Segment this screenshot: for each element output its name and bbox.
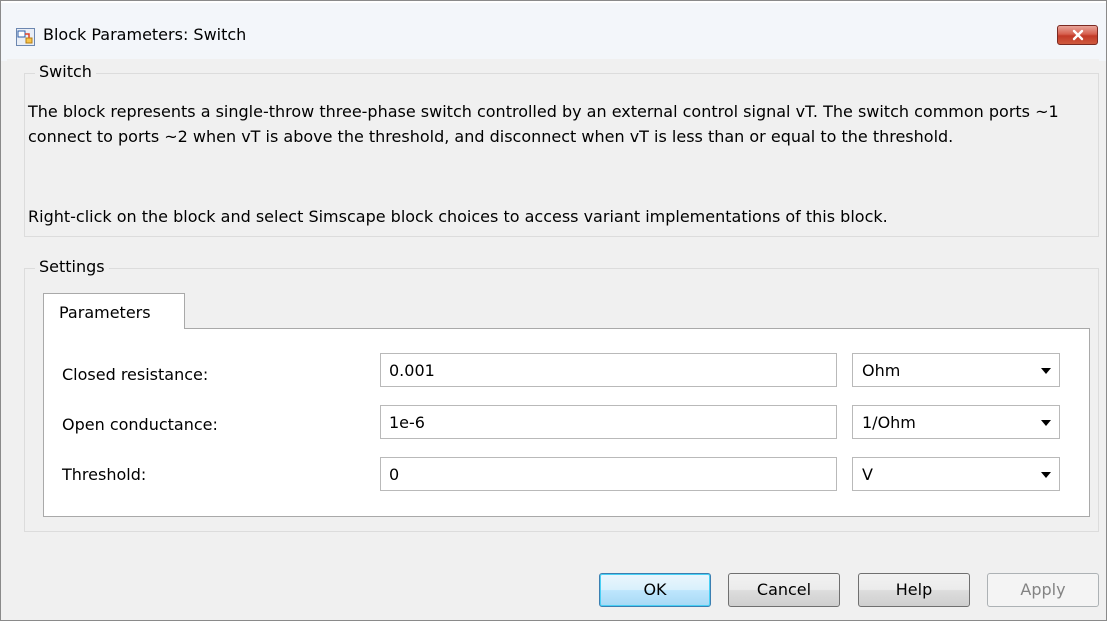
- ok-button[interactable]: OK: [599, 573, 711, 607]
- settings-group-title: Settings: [35, 257, 109, 276]
- closed-resistance-label: Closed resistance:: [62, 365, 209, 384]
- help-button[interactable]: Help: [858, 573, 970, 607]
- window-title: Block Parameters: Switch: [43, 25, 247, 44]
- cancel-button[interactable]: Cancel: [728, 573, 840, 607]
- closed-resistance-unit-select[interactable]: Ohm: [852, 353, 1060, 387]
- description-group-title: Switch: [35, 62, 96, 81]
- closed-resistance-unit-value: Ohm: [862, 361, 901, 380]
- threshold-label: Threshold:: [62, 465, 147, 484]
- variant-hint-paragraph: Right-click on the block and select Sims…: [28, 207, 888, 226]
- simulink-block-icon: [16, 28, 35, 46]
- threshold-unit-select[interactable]: V: [852, 457, 1060, 491]
- open-conductance-unit-value: 1/Ohm: [862, 413, 916, 432]
- open-conductance-input[interactable]: [380, 405, 837, 439]
- tab-parameters-label: Parameters: [59, 303, 151, 322]
- threshold-unit-value: V: [862, 465, 873, 484]
- threshold-input[interactable]: [380, 457, 837, 491]
- chevron-down-icon: [1041, 368, 1051, 374]
- apply-button[interactable]: Apply: [987, 573, 1099, 607]
- tab-parameters[interactable]: Parameters: [43, 293, 185, 329]
- chevron-down-icon: [1041, 472, 1051, 478]
- close-button[interactable]: [1057, 25, 1098, 45]
- close-icon: [1072, 29, 1083, 41]
- chevron-down-icon: [1041, 420, 1051, 426]
- title-bar[interactable]: Block Parameters: Switch: [1, 1, 1106, 61]
- closed-resistance-input[interactable]: [380, 353, 837, 387]
- open-conductance-unit-select[interactable]: 1/Ohm: [852, 405, 1060, 439]
- block-parameters-dialog: Block Parameters: Switch Switch The bloc…: [0, 0, 1107, 621]
- open-conductance-label: Open conductance:: [62, 415, 218, 434]
- description-paragraph: The block represents a single-throw thre…: [28, 102, 1059, 146]
